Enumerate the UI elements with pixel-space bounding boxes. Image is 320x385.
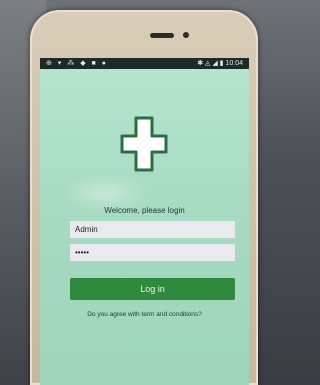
- username-input[interactable]: Admin: [70, 221, 235, 238]
- phone-screen: ⊕ ▾ ⁂ ◆ ■ ● ✱ ◬ ◢ ▮ 10:04 Welcome, pleas…: [40, 58, 249, 385]
- phone-speaker: [150, 33, 174, 38]
- phone-camera: [183, 32, 189, 38]
- status-time: 10:04: [225, 60, 243, 67]
- terms-link[interactable]: Do you agree with term and conditions?: [40, 311, 249, 318]
- green-cross-icon: [120, 116, 168, 172]
- password-input[interactable]: •••••: [70, 244, 235, 261]
- status-bar: ⊕ ▾ ⁂ ◆ ■ ● ✱ ◬ ◢ ▮ 10:04: [40, 58, 249, 69]
- status-system-icons: ✱ ◬ ◢ ▮: [197, 60, 224, 67]
- login-button[interactable]: Log in: [70, 278, 235, 300]
- status-system-area: ✱ ◬ ◢ ▮ 10:04: [197, 58, 243, 69]
- status-notification-icons: ⊕ ▾ ⁂ ◆ ■ ●: [46, 60, 108, 67]
- welcome-text: Welcome, please login: [104, 206, 185, 215]
